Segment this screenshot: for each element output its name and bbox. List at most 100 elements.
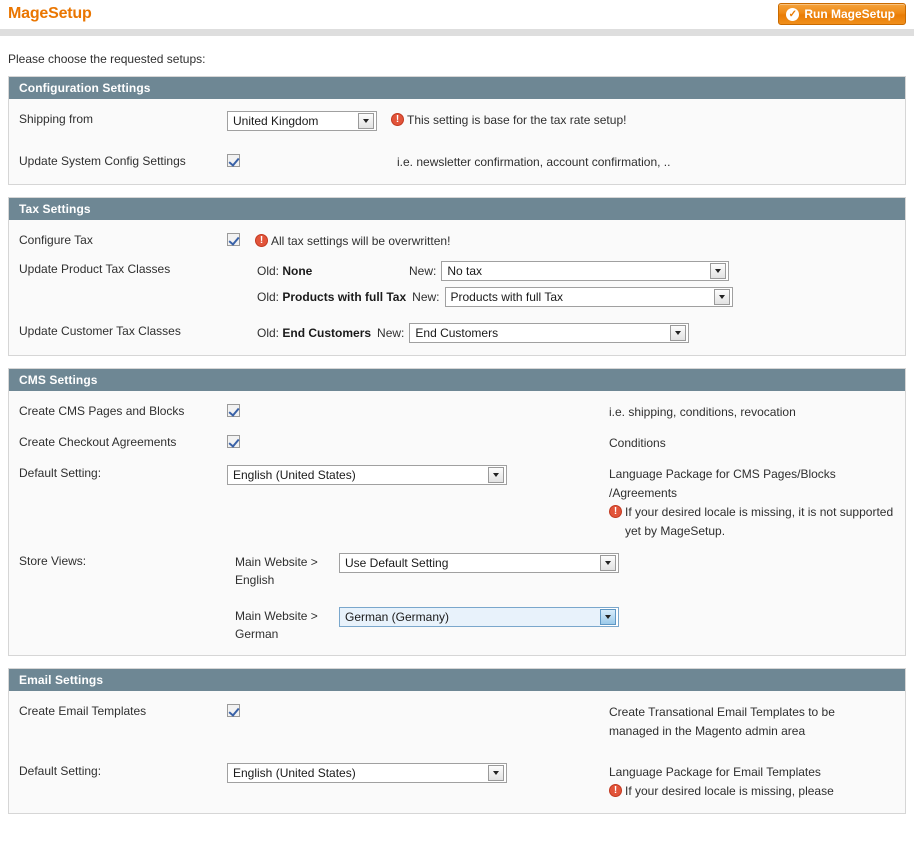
- cms-default-setting-hint: Language Package for CMS Pages/Blocks /A…: [609, 465, 895, 541]
- shipping-from-warning-text: This setting is base for the tax rate se…: [407, 113, 627, 127]
- product-tax-old-1: Old: None: [257, 264, 409, 278]
- new-label: New:: [377, 326, 405, 340]
- section-title-tax: Tax Settings: [9, 198, 905, 220]
- store-view-name-line-1: Main Website >: [235, 555, 318, 569]
- customer-tax-classes-label: Update Customer Tax Classes: [19, 324, 181, 338]
- email-default-setting-hint-line-1: Language Package for Email Templates: [609, 765, 821, 779]
- product-tax-new-value-2: Products with full Tax: [450, 290, 564, 304]
- chevron-down-icon: [670, 325, 687, 341]
- create-email-templates-hint-line-2: managed in the Magento admin area: [609, 724, 806, 738]
- section-configuration-settings: Configuration Settings Shipping from Uni…: [8, 76, 906, 185]
- warning-icon: !: [609, 784, 622, 797]
- shipping-from-value: United Kingdom: [233, 114, 319, 128]
- chevron-down-icon: [488, 765, 504, 781]
- product-tax-new-select-1[interactable]: No tax: [441, 261, 730, 281]
- create-checkout-agreements-hint: Conditions: [609, 436, 666, 450]
- section-title-configuration: Configuration Settings: [9, 77, 905, 99]
- update-system-config-label: Update System Config Settings: [19, 154, 186, 168]
- product-tax-old-2: Old: Products with full Tax: [257, 290, 406, 304]
- section-tax-settings: Tax Settings Configure Tax ! All tax set…: [8, 197, 906, 356]
- email-default-setting-warning: ! If your desired locale is missing, ple…: [609, 782, 895, 801]
- customer-tax-old: Old: End Customers: [257, 326, 371, 340]
- create-email-templates-label: Create Email Templates: [19, 704, 147, 718]
- create-cms-pages-checkbox[interactable]: [227, 404, 240, 418]
- create-checkout-agreements-label: Create Checkout Agreements: [19, 435, 177, 449]
- create-cms-pages-hint: i.e. shipping, conditions, revocation: [609, 405, 796, 419]
- section-body-cms: Create CMS Pages and Blocks i.e. shippin…: [9, 391, 905, 655]
- email-default-setting-warning-text: If your desired locale is missing, pleas…: [625, 784, 834, 798]
- store-views-list: Main Website > English Use Default Setti…: [235, 553, 619, 643]
- store-view-select-german[interactable]: German (Germany): [339, 607, 619, 627]
- store-view-name: Main Website > German: [235, 607, 339, 643]
- email-default-setting-select[interactable]: English (United States): [227, 763, 507, 783]
- create-cms-pages-label: Create CMS Pages and Blocks: [19, 404, 185, 418]
- store-view-row: Main Website > English Use Default Setti…: [235, 553, 619, 589]
- customer-tax-new-value: End Customers: [415, 326, 499, 340]
- create-email-templates-field: [227, 703, 609, 718]
- section-email-settings: Email Settings Create Email Templates Cr…: [8, 668, 906, 814]
- cms-default-setting-label: Default Setting:: [19, 466, 102, 480]
- shipping-from-hint: ! This setting is base for the tax rate …: [377, 111, 895, 130]
- product-tax-new-select-2[interactable]: Products with full Tax: [444, 287, 733, 307]
- customer-tax-classes-field: Old: End Customers New: End Customers: [227, 323, 690, 343]
- store-views-field: Main Website > English Use Default Setti…: [227, 553, 619, 643]
- configure-tax-checkbox[interactable]: [227, 233, 240, 247]
- section-body-email: Create Email Templates Create Transation…: [9, 691, 905, 813]
- create-checkout-agreements-field: [227, 434, 609, 449]
- create-email-templates-checkbox[interactable]: [227, 704, 240, 718]
- run-magesetup-button[interactable]: ✓ Run MageSetup: [778, 3, 906, 25]
- row-create-checkout-agreements: Create Checkout Agreements Conditions: [19, 434, 895, 453]
- store-view-name-line-2: English: [235, 573, 275, 587]
- email-default-setting-hint: Language Package for Email Templates ! I…: [609, 763, 895, 801]
- header-divider: [0, 29, 914, 36]
- row-store-views: Store Views: Main Website > English Use …: [19, 553, 895, 643]
- cms-default-setting-hint-line-1: Language Package for CMS Pages/Blocks: [609, 467, 836, 481]
- store-view-value-german: German (Germany): [340, 608, 600, 626]
- customer-tax-new-select[interactable]: End Customers: [409, 323, 690, 343]
- old-value: Products with full Tax: [282, 290, 407, 304]
- product-tax-pairs: Old: None New: No tax Old: Products with…: [257, 261, 733, 307]
- create-cms-pages-field: [227, 403, 609, 418]
- product-tax-new-value-1: No tax: [447, 264, 483, 278]
- page-header: MageSetup ✓ Run MageSetup: [0, 0, 914, 28]
- store-view-select-english[interactable]: Use Default Setting: [339, 553, 619, 573]
- row-update-system-config: Update System Config Settings i.e. newsl…: [19, 153, 895, 172]
- warning-icon: !: [391, 113, 404, 126]
- email-default-setting-label: Default Setting:: [19, 764, 102, 778]
- create-email-templates-hint: Create Transational Email Templates to b…: [609, 703, 895, 741]
- row-create-cms-pages: Create CMS Pages and Blocks i.e. shippin…: [19, 403, 895, 422]
- configure-tax-warning: ! All tax settings will be overwritten!: [255, 232, 895, 251]
- shipping-from-field: United Kingdom: [227, 111, 377, 131]
- row-shipping-from: Shipping from United Kingdom ! This sett…: [19, 111, 895, 131]
- old-label: Old:: [257, 264, 280, 278]
- cms-default-setting-warning: ! If your desired locale is missing, it …: [609, 503, 895, 541]
- create-checkout-agreements-checkbox[interactable]: [227, 435, 240, 449]
- cms-default-setting-select[interactable]: English (United States): [227, 465, 507, 485]
- cms-default-setting-hint-line-2: /Agreements: [609, 486, 678, 500]
- chevron-down-icon: [600, 609, 616, 625]
- shipping-from-select[interactable]: United Kingdom: [227, 111, 377, 131]
- intro-text: Please choose the requested setups:: [8, 52, 206, 66]
- cms-default-setting-value: English (United States): [233, 468, 356, 482]
- row-configure-tax: Configure Tax ! All tax settings will be…: [19, 232, 895, 251]
- warning-icon: !: [609, 505, 622, 518]
- chevron-down-icon: [488, 467, 504, 483]
- store-view-name: Main Website > English: [235, 553, 339, 589]
- store-view-value-english: Use Default Setting: [345, 556, 449, 570]
- product-tax-pair: Old: Products with full Tax New: Product…: [257, 287, 733, 307]
- shipping-from-label: Shipping from: [19, 112, 94, 126]
- new-label: New:: [412, 290, 440, 304]
- configure-tax-label: Configure Tax: [19, 233, 93, 247]
- chevron-down-icon: [600, 555, 616, 571]
- section-title-email: Email Settings: [9, 669, 905, 691]
- new-label: New:: [409, 264, 437, 278]
- product-tax-classes-label: Update Product Tax Classes: [19, 262, 171, 276]
- product-tax-pair: Old: None New: No tax: [257, 261, 733, 281]
- old-label: Old:: [257, 326, 280, 340]
- update-system-config-checkbox[interactable]: [227, 154, 240, 168]
- check-circle-icon: ✓: [786, 7, 800, 21]
- configure-tax-hint: ! All tax settings will be overwritten!: [249, 232, 895, 251]
- section-body-configuration: Shipping from United Kingdom ! This sett…: [9, 99, 905, 184]
- cms-default-setting-field: English (United States): [227, 465, 609, 485]
- chevron-down-icon: [713, 289, 730, 305]
